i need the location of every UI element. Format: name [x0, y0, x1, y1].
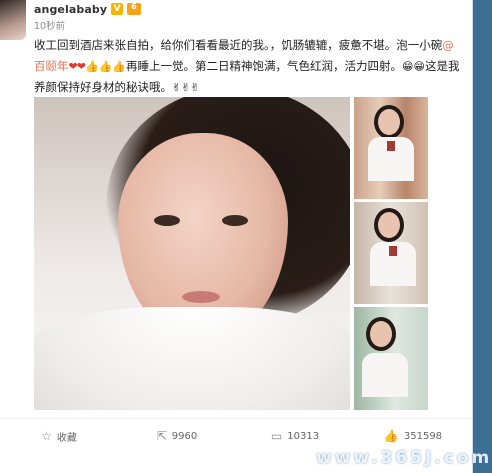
- photo-robe: [34, 307, 350, 410]
- thumbnail-photo-1[interactable]: [354, 97, 428, 199]
- favorite-label: 收藏: [56, 432, 77, 444]
- thumb3-shirt: [362, 353, 408, 397]
- post-text-part-1: 收工回到酒店来张自拍，给你们看看最近的我。，饥肠辘辘，疲惫不堪。泡一小碗: [34, 38, 443, 52]
- post-text-part-2: 再睡上一觉。第二日精神饱满，气色红润，活力四射。: [126, 59, 403, 73]
- victory-hand-emoji-icon: ✌✌✌: [172, 81, 200, 94]
- avatar[interactable]: [0, 0, 26, 40]
- photo-lips: [182, 291, 220, 303]
- thumb1-face: [378, 109, 400, 135]
- like-button[interactable]: 👍 351598: [354, 430, 472, 442]
- favorite-button[interactable]: ☆ 收藏: [0, 429, 118, 444]
- image-gallery: [34, 97, 428, 410]
- repost-count: 9960: [171, 430, 198, 442]
- heart-emoji-icon: ❤❤: [68, 60, 86, 73]
- comment-icon: ▭: [270, 429, 283, 443]
- photo-eye-left: [154, 215, 180, 226]
- like-count: 351598: [403, 430, 443, 442]
- thumb2-bow: [389, 246, 397, 256]
- thumbnail-photo-3[interactable]: [354, 307, 428, 410]
- grin-emoji-icon: 😁😁: [402, 60, 425, 73]
- page-scroll-edge: [472, 0, 492, 473]
- post-timestamp[interactable]: 10秒前: [34, 18, 65, 32]
- thumb3-face: [370, 321, 392, 347]
- star-icon: ☆: [41, 429, 52, 443]
- verified-badge-icon: V: [111, 3, 124, 15]
- thumbnail-photo-2[interactable]: [354, 202, 428, 304]
- thumb2-face: [378, 212, 400, 238]
- weibo-post-card: angelababy V 10秒前 收工回到酒店来张自拍，给你们看看最近的我。，…: [0, 0, 473, 473]
- post-header: angelababy V: [34, 0, 142, 18]
- site-watermark: www.365J.com: [304, 442, 492, 473]
- comment-button[interactable]: ▭ 10313: [236, 430, 354, 442]
- thumbs-up-emoji-icon: 👍👍👍: [84, 60, 127, 73]
- repost-button[interactable]: ⇱ 9960: [118, 430, 236, 442]
- comment-count: 10313: [287, 430, 320, 442]
- photo-eye-right: [222, 215, 248, 226]
- watermark-text: www.365J.com: [316, 448, 492, 468]
- thumbs-up-icon: 👍: [383, 429, 399, 443]
- username-link[interactable]: angelababy: [34, 3, 107, 16]
- vip-level-icon: [127, 2, 142, 15]
- thumb1-bow: [387, 141, 395, 151]
- post-body: 收工回到酒店来张自拍，给你们看看最近的我。，饥肠辘辘，疲惫不堪。泡一小碗@百颐年…: [34, 35, 464, 98]
- main-selfie-photo[interactable]: [34, 97, 350, 410]
- repost-icon: ⇱: [156, 429, 167, 443]
